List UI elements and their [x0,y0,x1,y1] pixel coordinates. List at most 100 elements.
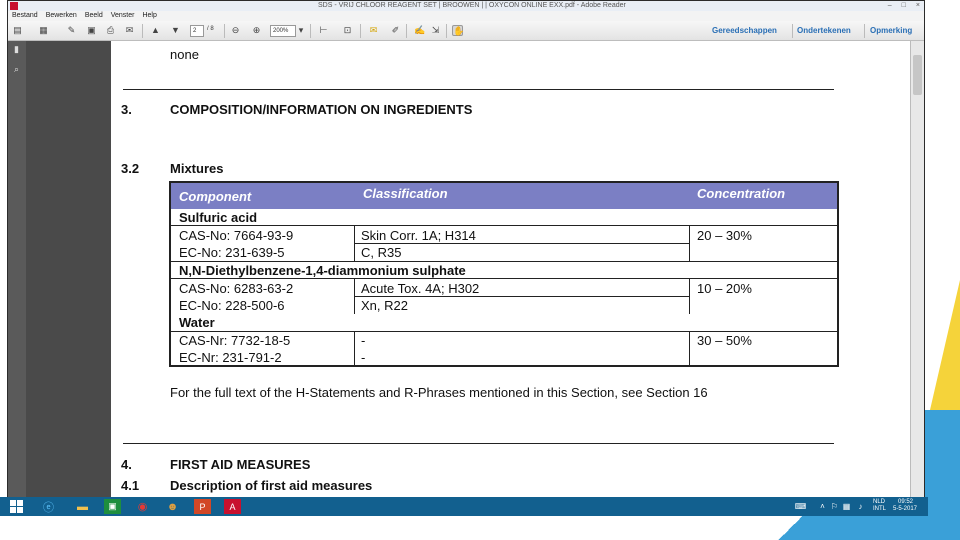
header-component: Component [179,189,252,204]
classification-line: C, R35 [361,245,402,260]
header-classification: Classification [363,186,448,201]
section-3-2-title: Mixtures [170,161,224,176]
page-total: / 8 [207,26,214,32]
classification-line: Skin Corr. 1A; H314 [361,228,476,243]
scrollbar-thumb[interactable] [913,55,922,95]
clock-date[interactable]: 5-5-2017 [893,506,917,513]
clock-time[interactable]: 09:52 [898,499,913,506]
email-icon[interactable]: ✉ [124,25,135,36]
menu-beeld[interactable]: Beeld [85,11,103,21]
close-button[interactable]: × [916,1,920,11]
composition-table: Component Classification Concentration S… [169,181,839,367]
chrome-icon[interactable]: ◉ [134,499,151,514]
create-pdf-icon[interactable]: ▦ [38,25,49,36]
row-divider [354,243,689,244]
concentration-value: 20 – 30% [697,228,752,243]
table-footnote: For the full text of the H-Statements an… [170,385,708,400]
language-bottom[interactable]: INTL [873,506,886,513]
powerpoint-icon[interactable]: P [194,499,211,514]
users-icon[interactable]: ☻ [164,499,181,514]
save-icon[interactable]: ▣ [86,25,97,36]
previous-section-text: none [170,47,199,62]
menu-bewerken[interactable]: Bewerken [46,11,77,21]
row-divider [171,278,837,279]
section-4-1-number: 4.1 [121,478,140,493]
title-bar: SDS - VRIJ CHLOOR REAGENT SET | BROOWEN … [8,1,924,11]
row-divider [171,225,837,226]
menu-bestand[interactable]: Bestand [12,11,38,21]
next-page-icon[interactable]: ▼ [170,25,181,36]
internet-explorer-icon[interactable]: ⓔ [40,499,57,514]
classification-line: Xn, R22 [361,298,408,313]
toolbar-divider [360,24,361,38]
toolbar-divider [310,24,311,38]
comment-link[interactable]: Opmerking [870,26,912,35]
classification-line: Acute Tox. 4A; H302 [361,281,480,296]
row-divider [171,331,837,332]
zoom-in-icon[interactable]: ⊕ [251,25,262,36]
row-divider [354,296,689,297]
export-icon[interactable]: ⇲ [430,25,441,36]
header-concentration: Concentration [697,186,786,201]
fill-sign-icon[interactable]: ✍ [414,25,425,36]
section-4-1-title: Description of first aid measures [170,478,373,493]
adobe-reader-taskbar-icon[interactable]: A [224,499,241,514]
column-divider [689,225,690,261]
menu-venster[interactable]: Venster [111,11,135,21]
fit-page-icon[interactable]: ⊡ [342,25,353,36]
language-top[interactable]: NLD [873,499,885,506]
component-ec: EC-No: 231-639-5 [179,245,285,260]
minimize-button[interactable]: – [888,1,892,11]
component-ec: EC-Nr: 231-791-2 [179,350,282,365]
attachments-icon[interactable]: ⌕ [12,65,21,74]
navigation-panel: ▮ ⌕ [8,41,26,499]
concentration-value: 10 – 20% [697,281,752,296]
windows-start-icon[interactable] [10,500,23,513]
slide-background: SDS - VRIJ CHLOOR REAGENT SET | BROOWEN … [0,0,960,540]
section-4-number: 4. [121,457,132,472]
section-4-title: FIRST AID MEASURES [170,457,311,472]
component-cas: CAS-Nr: 7732-18-5 [179,333,291,348]
vertical-scrollbar[interactable] [910,41,924,499]
windows-taskbar: ⓔ ▬ ▣ ◉ ☻ P A ⌨ ˄ ⚐ ▦ ♪ NLD INTL 09:52 5… [0,497,928,516]
adobe-reader-window: SDS - VRIJ CHLOOR REAGENT SET | BROOWEN … [7,0,925,500]
file-explorer-icon[interactable]: ▬ [74,499,91,514]
volume-icon[interactable]: ♪ [852,499,869,514]
menu-help[interactable]: Help [142,11,156,21]
classification-line: - [361,350,366,365]
pages-icon[interactable]: ▮ [12,45,21,54]
component-name: Water [179,315,215,330]
print-icon[interactable]: ⎙ [105,25,116,36]
page-number-input[interactable]: 2 [190,25,204,37]
edit-icon[interactable]: ✎ [66,25,77,36]
component-name: Sulfuric acid [179,210,258,225]
comment-icon[interactable]: ✉ [368,25,379,36]
zoom-dropdown-icon[interactable]: ▾ [298,25,304,36]
component-cas: CAS-No: 6283-63-2 [179,281,294,296]
open-icon[interactable]: ▤ [12,25,23,36]
column-divider [354,331,355,367]
store-icon[interactable]: ▣ [104,499,121,514]
concentration-value: 30 – 50% [697,333,752,348]
adobe-reader-icon [10,2,18,10]
toolbar-divider [446,24,447,38]
previous-page-icon[interactable]: ▲ [150,25,161,36]
document-page: none 3. COMPOSITION/INFORMATION ON INGRE… [111,41,919,499]
table-header-row: Component Classification Concentration [171,183,837,209]
zoom-out-icon[interactable]: ⊖ [230,25,241,36]
component-name: N,N-Diethylbenzene-1,4-diammonium sulpha… [179,263,466,278]
fit-width-icon[interactable]: ⊢ [318,25,329,36]
zoom-level-input[interactable]: 200% [270,25,296,37]
section-3-2-number: 3.2 [121,161,140,176]
column-divider [689,278,690,314]
menu-bar: Bestand Bewerken Beeld Venster Help [8,11,924,21]
hand-tool-icon[interactable]: ✋ [452,25,464,36]
maximize-button[interactable]: □ [902,1,906,11]
component-cas: CAS-No: 7664-93-9 [179,228,294,243]
tools-link[interactable]: Gereedschappen [712,26,777,35]
keyboard-icon[interactable]: ⌨ [792,499,809,514]
section-divider [123,89,834,90]
highlight-icon[interactable]: ✐ [390,25,401,36]
sign-link[interactable]: Ondertekenen [797,26,851,35]
section-divider [123,443,834,444]
